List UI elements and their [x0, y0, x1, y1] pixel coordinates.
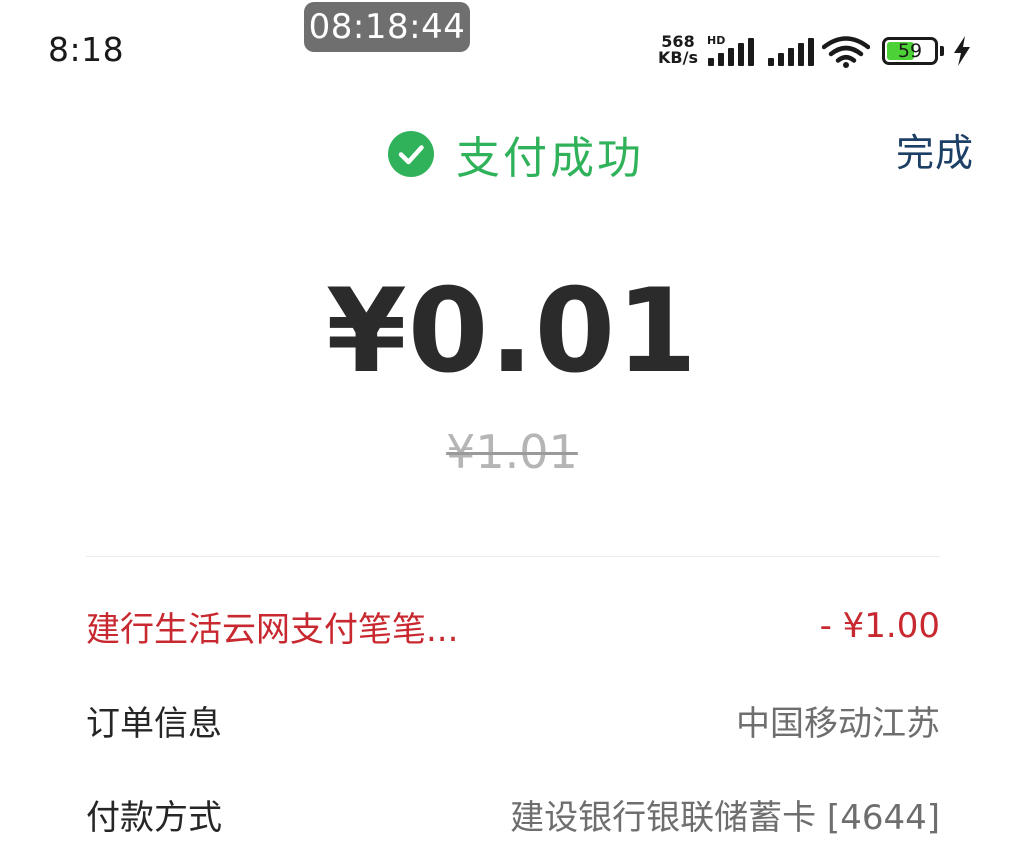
payment-method-label: 付款方式	[86, 797, 222, 838]
battery-icon: 59	[882, 37, 938, 65]
signal-icon	[708, 38, 754, 66]
discount-value: - ¥1.00	[819, 606, 940, 646]
divider	[86, 556, 940, 557]
paid-amount: ¥0.01	[326, 264, 698, 399]
discount-row[interactable]: 建行生活云网支付笔笔... - ¥1.00	[86, 598, 940, 654]
battery-level: 59	[897, 40, 923, 62]
battery-cap	[940, 46, 944, 56]
order-info-row[interactable]: 订单信息 中国移动江苏	[86, 692, 940, 748]
network-speed-unit: KB/s	[658, 48, 698, 67]
check-circle-icon	[388, 131, 434, 177]
network-speed: 568 KB/s	[654, 34, 702, 66]
done-button[interactable]: 完成	[896, 122, 974, 177]
discount-label: 建行生活云网支付笔笔...	[86, 609, 459, 650]
status-time: 8:18	[48, 30, 125, 69]
original-amount: ¥1.01	[446, 425, 578, 479]
signal-icon	[768, 38, 814, 66]
payment-success-title: 支付成功	[456, 133, 644, 184]
payment-method-row[interactable]: 付款方式 建设银行银联储蓄卡 [4644]	[86, 786, 940, 842]
order-info-value: 中国移动江苏	[736, 703, 940, 744]
charging-bolt-icon	[954, 36, 970, 66]
time-chip: 08:18:44	[304, 2, 470, 52]
order-info-label: 订单信息	[86, 703, 222, 744]
payment-status: 支付成功	[388, 124, 644, 184]
payment-method-value: 建设银行银联储蓄卡 [4644]	[510, 797, 940, 838]
wifi-icon	[822, 36, 870, 68]
